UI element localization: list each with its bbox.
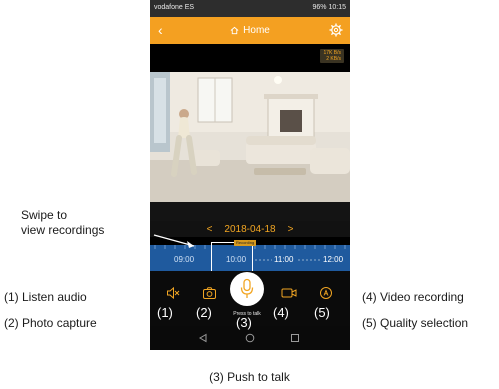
battery-time-label: 96% 10:15 <box>312 4 346 11</box>
app-bar: Home ‹ <box>150 17 350 44</box>
video-record-icon[interactable] <box>281 287 297 299</box>
title-group: Home <box>150 17 350 44</box>
recording-highlight <box>211 242 253 274</box>
swipe-annotation-line-2: view recordings <box>21 223 105 237</box>
push-to-talk-button[interactable] <box>230 272 264 306</box>
video-recording-label: (4) Video recording <box>362 290 464 304</box>
next-day-button[interactable]: > <box>288 224 294 235</box>
push-to-talk-caption: (3) Push to talk <box>209 370 290 384</box>
number-label-1: (1) <box>157 305 173 320</box>
number-label-3: (3) <box>236 315 252 330</box>
back-icon[interactable]: ‹ <box>158 22 163 38</box>
number-label-5: (5) <box>314 305 330 320</box>
live-video-feed[interactable] <box>150 72 350 202</box>
quality-selection-label: (5) Quality selection <box>362 316 469 330</box>
nav-recents-icon[interactable] <box>290 333 300 343</box>
swipe-annotation-line-1: Swipe to <box>21 208 68 222</box>
nav-home-icon[interactable] <box>245 333 255 343</box>
listen-audio-label: (1) Listen audio <box>4 290 87 304</box>
bitrate-badge: 17K B/s 2 KB/s <box>320 49 344 63</box>
recording-tag: Recording <box>234 240 257 246</box>
home-icon <box>230 26 239 35</box>
status-bar: vodafone ES 96% 10:15 <box>150 0 350 17</box>
swipe-arrow <box>153 234 195 248</box>
playback-date: 2018-04-18 <box>224 223 276 235</box>
nav-back-icon[interactable] <box>198 333 208 343</box>
bitrate-line-2: 2 KB/s <box>326 56 341 62</box>
number-label-4: (4) <box>273 305 289 320</box>
quality-icon[interactable] <box>319 286 333 300</box>
speaker-mute-icon[interactable] <box>166 286 180 300</box>
microphone-icon <box>240 278 254 298</box>
gear-icon[interactable] <box>329 23 343 37</box>
photo-capture-label: (2) Photo capture <box>4 316 97 330</box>
camera-icon[interactable] <box>202 286 217 300</box>
number-label-2: (2) <box>196 305 212 320</box>
page-title: Home <box>243 25 270 36</box>
carrier-label: vodafone ES <box>154 4 195 11</box>
phone-screen: vodafone ES 96% 10:15 Home ‹ 17K B/s 2 K… <box>150 0 350 350</box>
